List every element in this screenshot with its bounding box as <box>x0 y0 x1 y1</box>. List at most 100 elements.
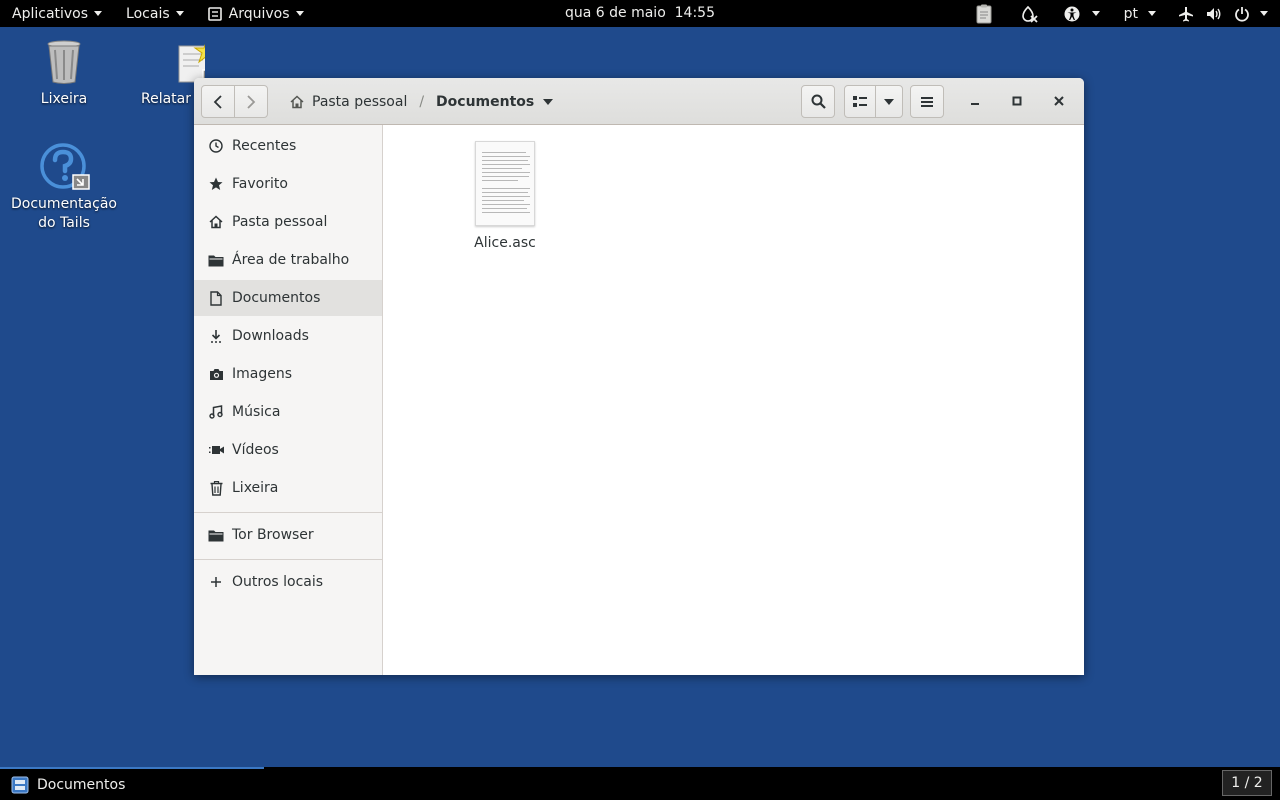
volume-icon <box>1207 7 1221 20</box>
sidebar-item-recent[interactable]: Recentes <box>194 128 382 164</box>
sidebar-item-home[interactable]: Pasta pessoal <box>194 204 382 240</box>
close-icon <box>1054 96 1064 106</box>
file-cabinet-icon <box>11 776 29 793</box>
taskbar-window-button[interactable]: Documentos <box>0 767 264 800</box>
sidebar-item-label: Outros locais <box>232 574 324 590</box>
sidebar-item-label: Lixeira <box>232 480 279 496</box>
desktop-icon-label: Lixeira <box>40 91 88 107</box>
places-menu[interactable]: Locais <box>114 0 196 27</box>
main-menu-button[interactable] <box>910 85 944 118</box>
chevron-down-icon <box>1260 11 1268 16</box>
sidebar-separator <box>194 559 382 560</box>
airplane-mode-icon <box>1179 6 1193 21</box>
file-item[interactable]: Alice.asc <box>465 141 545 251</box>
sidebar-item-label: Pasta pessoal <box>232 214 328 230</box>
folder-icon <box>208 527 224 543</box>
path-home-label: Pasta pessoal <box>312 93 408 110</box>
chevron-right-icon <box>247 94 256 109</box>
desktop-icon-tails-documentation[interactable]: Documentação do Tails <box>9 143 119 233</box>
tor-status-icon[interactable] <box>1006 0 1052 27</box>
forward-button[interactable] <box>234 85 268 118</box>
file-cabinet-icon <box>207 6 222 21</box>
bottom-taskbar: Documentos 1 / 2 <box>0 767 1280 800</box>
top-bar: Aplicativos Locais Arquivos qua 6 de mai… <box>0 0 1280 27</box>
chevron-down-icon <box>175 11 184 16</box>
places-menu-label: Locais <box>126 5 170 22</box>
music-icon <box>208 404 224 420</box>
text-file-icon <box>475 141 535 226</box>
sidebar-item-documents[interactable]: Documentos <box>194 280 382 316</box>
camera-icon <box>208 366 224 382</box>
chevron-down-icon <box>94 11 103 16</box>
sidebar-item-videos[interactable]: Vídeos <box>194 432 382 468</box>
sidebar-item-label: Documentos <box>232 290 321 306</box>
path-separator: / <box>419 93 425 110</box>
chevron-down-icon <box>1148 11 1156 16</box>
sidebar-item-starred[interactable]: Favorito <box>194 166 382 202</box>
file-name-label: Alice.asc <box>474 235 536 251</box>
system-menu[interactable] <box>1168 0 1280 27</box>
sidebar-item-tor-browser[interactable]: Tor Browser <box>194 517 382 553</box>
chevron-down-icon <box>295 11 304 16</box>
clipboard-icon[interactable] <box>962 0 1006 27</box>
close-button[interactable] <box>1046 88 1072 114</box>
minimize-button[interactable] <box>962 88 988 114</box>
sidebar-separator <box>194 512 382 513</box>
applications-menu-label: Aplicativos <box>12 5 89 22</box>
path-bar: Pasta pessoal / Documentos <box>290 85 554 118</box>
clock-icon <box>208 138 224 154</box>
sidebar-item-label: Imagens <box>232 366 293 382</box>
sidebar-item-desktop[interactable]: Área de trabalho <box>194 242 382 278</box>
desktop-icon-bug-report[interactable]: Relatar u <box>125 38 205 109</box>
sidebar-item-label: Área de trabalho <box>232 252 350 268</box>
maximize-icon <box>1012 96 1022 106</box>
sidebar-item-label: Tor Browser <box>232 527 314 543</box>
trash-icon <box>208 480 224 496</box>
language-label: pt <box>1123 5 1138 22</box>
minimize-icon <box>971 103 979 105</box>
file-manager-window: Pasta pessoal / Documentos Recentes Favo… <box>194 78 1084 675</box>
back-button[interactable] <box>201 85 235 118</box>
sidebar-item-pictures[interactable]: Imagens <box>194 356 382 392</box>
clock[interactable]: qua 6 de maio 14:55 <box>565 5 715 21</box>
help-icon <box>40 143 90 191</box>
video-icon <box>208 442 224 458</box>
view-mode-button[interactable] <box>844 85 876 118</box>
header-bar: Pasta pessoal / Documentos <box>194 78 1084 125</box>
path-home-button[interactable]: Pasta pessoal <box>290 94 407 110</box>
language-menu[interactable]: pt <box>1112 0 1168 27</box>
files-app-menu[interactable]: Arquivos <box>196 0 316 27</box>
accessibility-icon <box>1064 6 1080 21</box>
home-icon <box>208 214 224 230</box>
system-tray: pt <box>962 0 1280 27</box>
chevron-down-icon <box>884 98 894 105</box>
power-icon <box>1235 6 1249 22</box>
sidebar-item-downloads[interactable]: Downloads <box>194 318 382 354</box>
document-icon <box>208 290 224 306</box>
search-button[interactable] <box>801 85 835 118</box>
workspace-label: 1 / 2 <box>1231 775 1263 791</box>
desktop-icon-label: Documentação do Tails <box>11 196 117 231</box>
sidebar-item-label: Favorito <box>232 176 288 192</box>
view-options-button[interactable] <box>875 85 903 118</box>
chevron-left-icon <box>213 94 222 109</box>
star-icon <box>208 176 224 192</box>
chevron-down-icon <box>1091 11 1100 16</box>
sidebar-item-label: Vídeos <box>232 442 279 458</box>
sidebar-item-other-locations[interactable]: Outros locais <box>194 564 382 600</box>
sidebar-item-music[interactable]: Música <box>194 394 382 430</box>
workspace-switcher[interactable]: 1 / 2 <box>1222 770 1272 796</box>
maximize-button[interactable] <box>1004 88 1030 114</box>
sidebar-item-trash[interactable]: Lixeira <box>194 470 382 506</box>
accessibility-menu[interactable] <box>1052 0 1112 27</box>
chevron-down-icon <box>543 98 554 105</box>
path-current-button[interactable]: Documentos <box>436 93 554 110</box>
file-view[interactable]: Alice.asc <box>383 125 1084 675</box>
applications-menu[interactable]: Aplicativos <box>0 0 114 27</box>
path-current-label: Documentos <box>436 93 535 110</box>
taskbar-window-label: Documentos <box>37 776 126 793</box>
desktop-icon-trash[interactable]: Lixeira <box>9 38 119 109</box>
places-sidebar: Recentes Favorito Pasta pessoal Área de … <box>194 125 383 675</box>
sidebar-item-label: Downloads <box>232 328 309 344</box>
trash-icon <box>40 38 88 86</box>
